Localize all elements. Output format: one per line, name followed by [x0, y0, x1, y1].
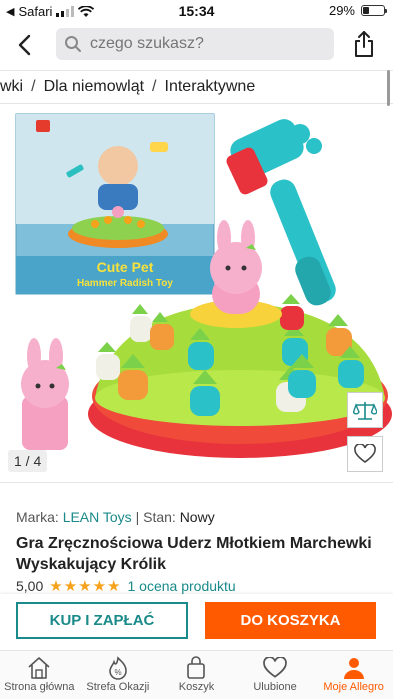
scrollbar[interactable] — [387, 70, 390, 106]
rating-row: 5,00 ★★★★★ 1 ocena produktu — [16, 577, 236, 595]
deals-icon: % — [109, 656, 127, 680]
favorite-button[interactable] — [347, 436, 383, 472]
tab-favorites[interactable]: Ulubione — [236, 651, 315, 699]
scale-icon — [353, 402, 377, 420]
status-right: 29% — [328, 3, 387, 18]
user-icon — [343, 658, 364, 679]
brand-line: Marka: LEAN Toys | Stan: Nowy — [16, 509, 215, 525]
condition-value: Nowy — [179, 509, 215, 525]
tab-label: Ulubione — [253, 681, 297, 693]
svg-text:%: % — [114, 668, 121, 677]
breadcrumb: wki / Dla niemowląt / Interaktywne — [0, 70, 393, 104]
home-icon — [28, 657, 50, 679]
tab-label: Moje Allegro — [323, 681, 384, 693]
buy-now-button[interactable]: KUP I ZAPŁAĆ — [16, 602, 188, 639]
rating-stars: ★★★★★ — [49, 578, 122, 595]
battery-icon — [361, 5, 387, 16]
brand-link[interactable]: LEAN Toys — [63, 509, 132, 525]
tab-my-allegro[interactable]: Moje Allegro — [314, 651, 393, 699]
box-title-line1: Cute Pet — [97, 259, 154, 275]
tab-label: Strona główna — [4, 681, 75, 693]
rating-value: 5,00 — [16, 578, 44, 594]
search-bar[interactable] — [56, 28, 334, 60]
spare-bunny-figure — [21, 338, 69, 450]
condition-label: | Stan: — [135, 509, 176, 525]
rating-count-link[interactable]: 1 ocena produktu — [128, 578, 236, 594]
section-divider — [0, 482, 393, 483]
product-gallery[interactable]: Cute Pet Hammer Radish Toy 1 / 4 — [0, 106, 393, 478]
tab-label: Koszyk — [178, 681, 215, 693]
battery-percent: 29% — [328, 3, 355, 18]
tab-deals[interactable]: % Strefa Okazji — [79, 651, 158, 699]
tab-cart[interactable]: Koszyk — [157, 651, 236, 699]
search-icon — [65, 36, 81, 52]
brand-label: Marka: — [16, 509, 59, 525]
product-image: Cute Pet Hammer Radish Toy — [15, 113, 392, 458]
status-bar: ◀ Safari 15:34 29% — [0, 0, 393, 22]
breadcrumb-item[interactable]: Interaktywne — [159, 78, 262, 96]
breadcrumb-item[interactable]: wki — [0, 78, 29, 96]
box-title-line2: Hammer Radish Toy — [77, 278, 173, 289]
breadcrumb-separator: / — [31, 78, 36, 95]
breadcrumb-item[interactable]: Dla niemowląt — [38, 78, 150, 96]
add-to-cart-button[interactable]: DO KOSZYKA — [205, 602, 376, 639]
battery-level — [363, 7, 369, 14]
bottom-tab-bar: Strona główna % Strefa Okazji Koszyk Ulu… — [0, 650, 393, 699]
image-counter: 1 / 4 — [8, 450, 48, 472]
search-input[interactable] — [90, 35, 330, 53]
tab-home[interactable]: Strona główna — [0, 651, 79, 699]
chevron-left-icon — [18, 34, 31, 56]
back-button[interactable] — [12, 32, 36, 58]
breadcrumb-separator: / — [152, 78, 157, 95]
top-header — [0, 26, 393, 64]
heart-icon — [354, 444, 376, 463]
action-bar: KUP I ZAPŁAĆ DO KOSZYKA — [0, 594, 393, 650]
heart-icon — [263, 657, 287, 678]
share-icon — [355, 31, 373, 57]
cart-icon — [187, 656, 206, 679]
compare-button[interactable] — [347, 392, 383, 428]
tab-label: Strefa Okazji — [86, 681, 150, 693]
share-button[interactable] — [351, 29, 377, 59]
product-title: Gra Zręcznościowa Uderz Młotkiem Marchew… — [16, 535, 372, 573]
